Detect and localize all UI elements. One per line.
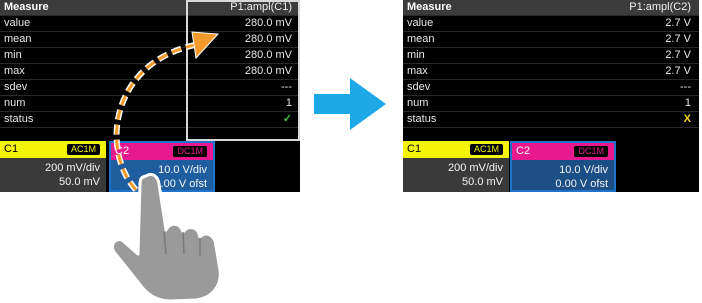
- row-value: 2.7 V: [665, 65, 691, 77]
- channel-1-coupling: AC1M: [469, 144, 503, 155]
- channel-2-offset: 0.00 V ofst: [555, 178, 608, 190]
- channel-1-descriptor[interactable]: C1 AC1M 200 mV/div 50.0 mV: [403, 141, 509, 192]
- channel-2-name: C2: [516, 145, 531, 157]
- measure-row-sdev: sdev ---: [403, 80, 699, 96]
- measure-source[interactable]: P1:ampl(C2): [629, 0, 691, 15]
- pointing-hand-icon: [110, 172, 222, 303]
- row-label: max: [407, 65, 428, 77]
- measure-header-label: Measure: [407, 1, 452, 13]
- channel-2-header: C2 DC1M: [512, 143, 614, 160]
- channel-2-vdiv: 10.0 V/div: [559, 164, 608, 176]
- measure-header-row: Measure P1:ampl(C2): [403, 0, 699, 16]
- row-value: 1: [684, 97, 691, 109]
- status-cross-icon: X: [683, 113, 691, 125]
- channel-1-header: C1 AC1M: [403, 141, 509, 158]
- row-value: 2.7 V: [665, 33, 691, 45]
- measure-row-value: value 2.7 V: [403, 16, 699, 32]
- channel-2-descriptor[interactable]: C2 DC1M 10.0 V/div 0.00 V ofst: [510, 141, 616, 192]
- channel-2-settings: 10.0 V/div 0.00 V ofst: [512, 160, 614, 190]
- row-label: status: [407, 113, 437, 125]
- oscilloscope-panel-after: Measure P1:ampl(C2) value 2.7 V mean 2.7…: [403, 0, 699, 192]
- row-label: sdev: [407, 81, 431, 93]
- measure-row-min: min 2.7 V: [403, 48, 699, 64]
- channel-1-vdiv: 200 mV/div: [447, 162, 503, 174]
- row-label: value: [407, 17, 434, 29]
- row-value: 2.7 V: [665, 49, 691, 61]
- measure-row-num: num 1: [403, 96, 699, 112]
- row-value: 2.7 V: [665, 17, 691, 29]
- row-value: ---: [680, 81, 691, 93]
- row-label: num: [407, 97, 429, 109]
- measure-row-max: max 2.7 V: [403, 64, 699, 80]
- arrow-right-icon: [314, 78, 386, 130]
- channel-2-coupling: DC1M: [574, 146, 608, 157]
- row-label: mean: [407, 33, 435, 45]
- row-label: min: [407, 49, 425, 61]
- measure-table: Measure P1:ampl(C2) value 2.7 V mean 2.7…: [403, 0, 699, 140]
- channel-1-settings: 200 mV/div 50.0 mV: [403, 158, 509, 192]
- channel-1-name: C1: [407, 143, 422, 155]
- measure-row-status: status X: [403, 112, 699, 128]
- channel-1-offset: 50.0 mV: [462, 176, 503, 188]
- measure-row-mean: mean 2.7 V: [403, 32, 699, 48]
